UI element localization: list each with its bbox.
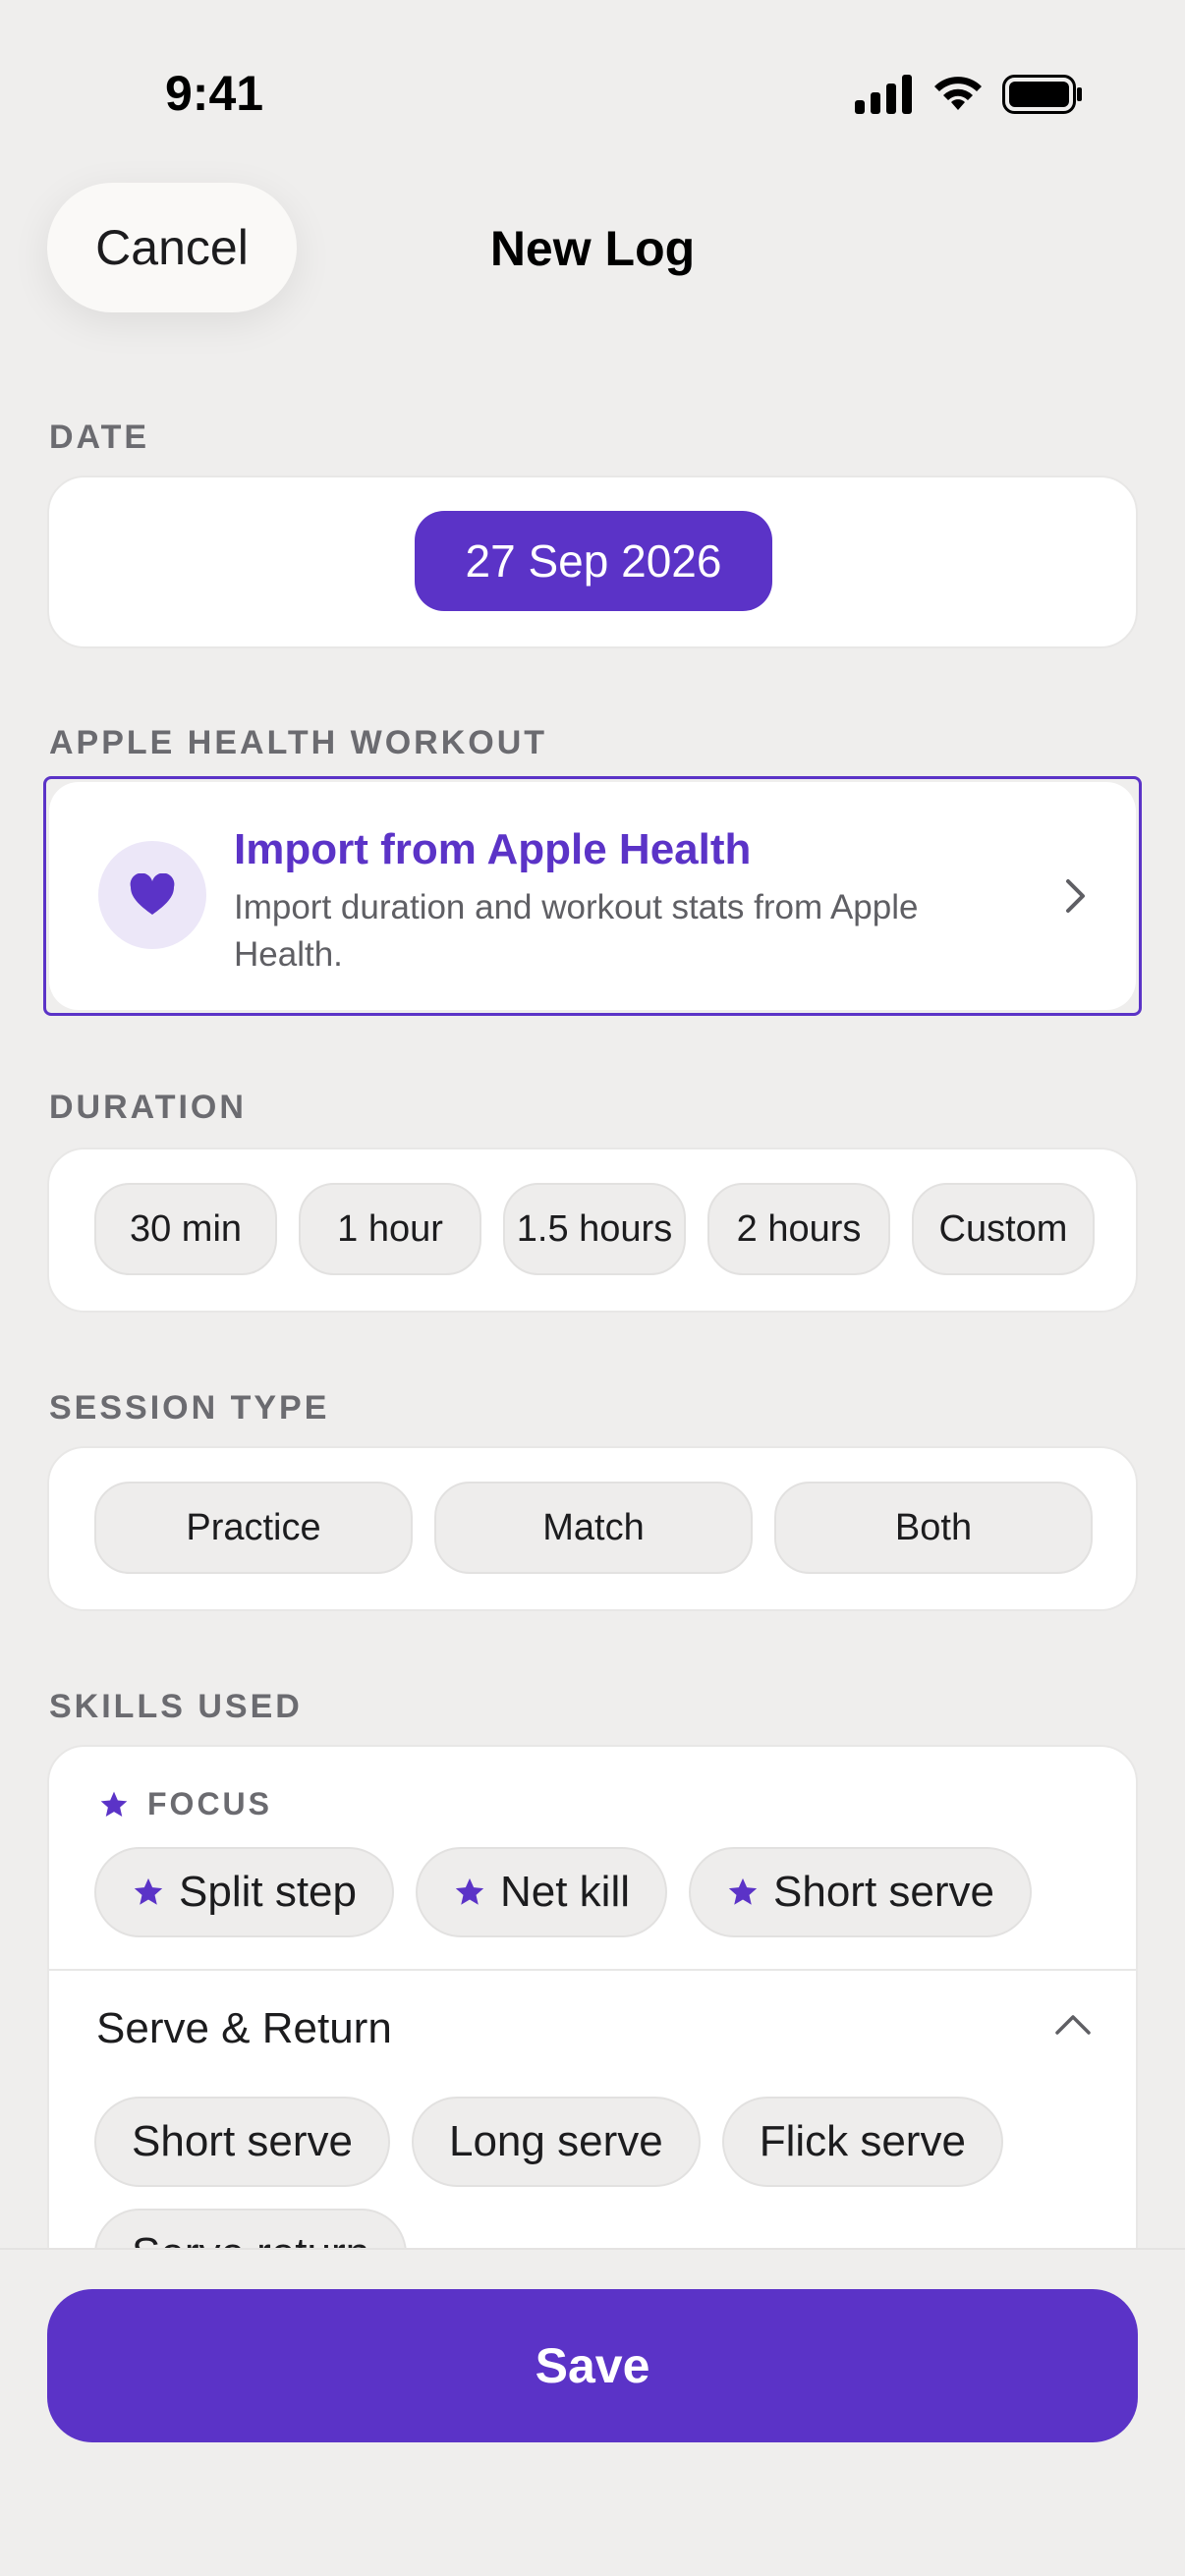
session-option-practice[interactable]: Practice: [94, 1482, 413, 1574]
skill-flick-serve[interactable]: Flick serve: [721, 2097, 1003, 2187]
heart-icon: [130, 873, 175, 915]
duration-option-custom[interactable]: Custom: [912, 1183, 1095, 1275]
skill-label: Short serve: [773, 1868, 994, 1916]
duration-option-2hours[interactable]: 2 hours: [707, 1183, 890, 1275]
focus-skill-split-step[interactable]: Split step: [94, 1847, 394, 1937]
focus-skills: Split step Net kill Short serve: [94, 1847, 1032, 1937]
duration-option-1-5hours[interactable]: 1.5 hours: [503, 1183, 686, 1275]
star-icon: [100, 1791, 128, 1817]
date-label: DATE: [49, 419, 150, 456]
page-title: New Log: [489, 221, 696, 276]
chevron-right-icon: [1066, 879, 1085, 913]
status-icons: [855, 75, 1083, 114]
skill-short-serve[interactable]: Short serve: [94, 2097, 390, 2187]
star-icon: [728, 1877, 758, 1905]
heart-badge: [98, 841, 206, 949]
chevron-up-icon[interactable]: [1053, 2012, 1093, 2038]
duration-card: 30 min 1 hour 1.5 hours 2 hours Custom: [47, 1148, 1138, 1313]
date-card: 27 Sep 2026: [47, 476, 1138, 648]
save-button[interactable]: Save: [47, 2289, 1138, 2442]
focus-skill-short-serve[interactable]: Short serve: [689, 1847, 1032, 1937]
health-card-inner: Import from Apple Health Import duration…: [49, 782, 1136, 1010]
star-icon: [455, 1877, 484, 1905]
duration-option-30min[interactable]: 30 min: [94, 1183, 277, 1275]
health-label: APPLE HEALTH WORKOUT: [49, 724, 548, 761]
session-option-match[interactable]: Match: [434, 1482, 753, 1574]
session-type-options: Practice Match Both: [94, 1482, 1093, 1574]
wifi-icon: [934, 77, 982, 110]
duration-options: 30 min 1 hour 1.5 hours 2 hours Custom: [94, 1183, 1095, 1275]
skill-label: Split step: [179, 1868, 357, 1916]
status-bar: 9:41: [0, 0, 1185, 147]
session-type-label: SESSION TYPE: [49, 1389, 330, 1427]
skill-long-serve[interactable]: Long serve: [411, 2097, 701, 2187]
duration-label: DURATION: [49, 1089, 247, 1126]
group-skills: Short serve Long serve Flick serve: [94, 2097, 1003, 2187]
session-type-card: Practice Match Both: [47, 1446, 1138, 1611]
nav-bar: Cancel New Log: [0, 183, 1185, 312]
status-time: 9:41: [165, 66, 264, 121]
skills-card: FOCUS Split step Net kill Short serve Se…: [47, 1745, 1138, 2334]
signal-icon: [855, 75, 912, 114]
import-health-button[interactable]: Import from Apple Health Import duration…: [43, 776, 1142, 1016]
skills-label: SKILLS USED: [49, 1688, 303, 1725]
date-picker-button[interactable]: 27 Sep 2026: [415, 511, 772, 611]
health-title: Import from Apple Health: [234, 825, 752, 873]
skill-label: Net kill: [499, 1868, 631, 1916]
skill-group-title[interactable]: Serve & Return: [96, 2004, 392, 2053]
focus-header: FOCUS: [98, 1786, 272, 1822]
session-option-both[interactable]: Both: [774, 1482, 1093, 1574]
health-subtitle: Import duration and workout stats from A…: [234, 888, 919, 974]
focus-skill-net-kill[interactable]: Net kill: [415, 1847, 668, 1937]
battery-icon: [1002, 75, 1082, 114]
focus-label: FOCUS: [147, 1786, 272, 1821]
star-icon: [134, 1877, 163, 1905]
duration-option-1hour[interactable]: 1 hour: [299, 1183, 481, 1275]
bottom-bar: Save: [0, 2248, 1185, 2576]
divider: [49, 1969, 1136, 1971]
